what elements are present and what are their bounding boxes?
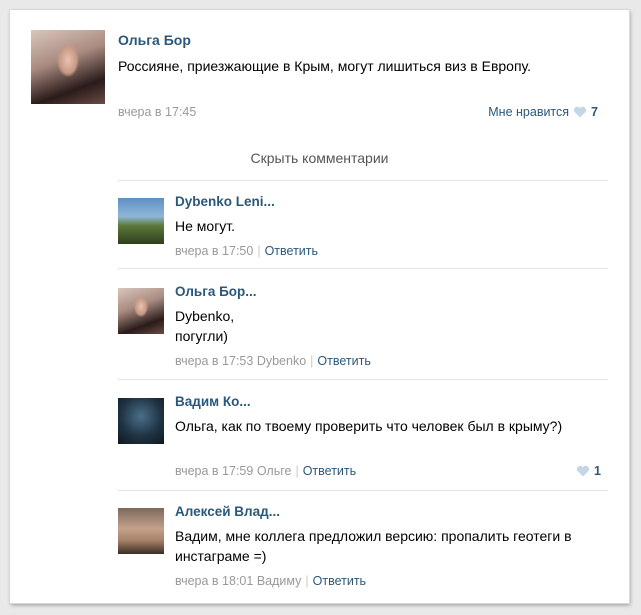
divider <box>118 268 608 269</box>
hide-comments-link[interactable]: Скрыть комментарии <box>10 150 629 166</box>
avatar[interactable] <box>118 288 164 334</box>
separator: | <box>305 574 309 588</box>
reply-to[interactable]: Dybenko <box>257 354 306 368</box>
comment-text: Вадим, мне коллега предложил версию: про… <box>175 528 572 564</box>
comment-text: Не могут. <box>175 218 236 234</box>
separator: | <box>257 244 261 258</box>
avatar[interactable] <box>118 398 164 444</box>
comment-meta: вчера в 17:50 | Ответить <box>175 244 318 258</box>
wall-post-card: Ольга Бор Россияне, приезжающие в Крым, … <box>10 10 629 603</box>
avatar[interactable] <box>118 508 164 554</box>
divider <box>118 379 608 380</box>
reply-to[interactable]: Вадиму <box>257 574 302 588</box>
comment-meta: вчера в 17:53 Dybenko | Ответить <box>175 354 371 368</box>
post-author[interactable]: Ольга Бор <box>118 32 191 48</box>
reply-button[interactable]: Ответить <box>313 574 366 588</box>
post-date[interactable]: вчера в 17:45 <box>118 105 196 119</box>
comment-date[interactable]: вчера в 17:50 <box>175 244 253 258</box>
comment-meta: вчера в 18:01 Вадиму | Ответить <box>175 574 366 588</box>
post-text: Россияне, приезжающие в Крым, могут лиши… <box>118 58 532 74</box>
like-count: 1 <box>594 464 601 478</box>
avatar[interactable] <box>31 30 105 104</box>
comment-date[interactable]: вчера в 17:59 <box>175 464 253 478</box>
reply-button[interactable]: Ответить <box>317 354 370 368</box>
divider <box>118 490 608 491</box>
comment-date[interactable]: вчера в 17:53 <box>175 354 253 368</box>
reply-button[interactable]: Ответить <box>303 464 356 478</box>
comment-date[interactable]: вчера в 18:01 <box>175 574 253 588</box>
comment-like-button[interactable]: 1 <box>572 464 601 478</box>
post-like-button[interactable]: Мне нравится 7 <box>488 105 598 119</box>
reply-button[interactable]: Ответить <box>265 244 318 258</box>
comment-meta: вчера в 17:59 Ольге | Ответить <box>175 464 356 478</box>
divider <box>118 180 608 181</box>
comment-author[interactable]: Вадим Ко... <box>175 394 251 409</box>
wall-post: Ольга Бор Россияне, приезжающие в Крым, … <box>10 10 629 140</box>
avatar[interactable] <box>118 198 164 244</box>
separator: | <box>310 354 314 368</box>
heart-icon <box>576 465 590 477</box>
like-label: Мне нравится <box>488 105 570 119</box>
comment-author[interactable]: Алексей Влад... <box>175 504 280 519</box>
comment-text: Ольга, как по твоему проверить что челов… <box>175 418 563 434</box>
comment-text: Dybenko, погугли) <box>175 308 235 344</box>
reply-to[interactable]: Ольге <box>257 464 292 478</box>
comment-author[interactable]: Ольга Бор... <box>175 284 257 299</box>
heart-icon <box>573 106 587 118</box>
separator: | <box>295 464 299 478</box>
like-count: 7 <box>591 105 598 119</box>
comment-author[interactable]: Dybenko Leni... <box>175 194 275 209</box>
